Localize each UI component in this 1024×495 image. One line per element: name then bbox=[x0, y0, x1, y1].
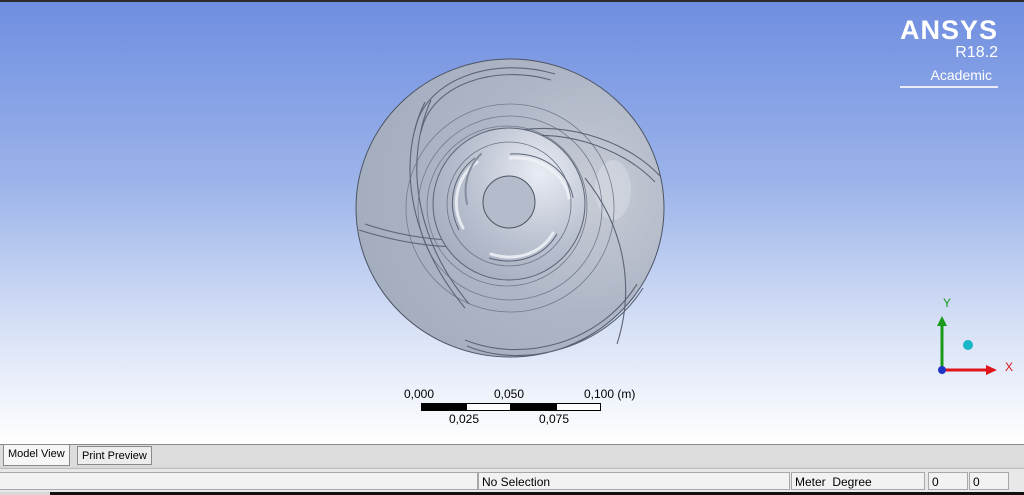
status-units[interactable]: Meter Degree bbox=[791, 472, 925, 490]
x-axis-label: X bbox=[1005, 360, 1014, 374]
x-axis-arrow bbox=[986, 365, 997, 375]
z-axis-dot bbox=[938, 366, 946, 374]
status-message bbox=[0, 472, 478, 490]
scale-segment-1 bbox=[421, 403, 466, 411]
scale-label-075: 0,075 bbox=[539, 412, 570, 426]
logo-version: R18.2 bbox=[955, 44, 998, 61]
impeller-model[interactable] bbox=[355, 58, 667, 360]
status-selection: No Selection bbox=[478, 472, 790, 490]
hub bbox=[482, 175, 536, 229]
isometric-view-ball[interactable] bbox=[963, 340, 973, 350]
scale-segment-2 bbox=[466, 403, 511, 411]
status-field-2: 0 bbox=[969, 472, 1009, 490]
scale-label-050: 0,050 bbox=[494, 387, 525, 401]
view-tab-bar: Model View Print Preview bbox=[0, 444, 1024, 466]
status-bar: No Selection Meter Degree 0 0 bbox=[0, 468, 1024, 492]
status-field-1: 0 bbox=[928, 472, 968, 490]
tab-print-preview[interactable]: Print Preview bbox=[77, 446, 152, 465]
logo-edition: Academic bbox=[899, 66, 998, 88]
y-axis-label: Y bbox=[943, 296, 952, 310]
axis-triad[interactable]: Y X bbox=[925, 294, 1020, 384]
scale-label-100: 0,100 (m) bbox=[584, 387, 636, 401]
scale-label-0: 0,000 bbox=[404, 387, 435, 401]
logo-brand: ANSYS bbox=[899, 15, 998, 45]
scale-label-025: 0,025 bbox=[449, 412, 480, 426]
graphics-viewport[interactable]: ANSYS R18.2 Academic 0,000 0,050 0,100 (… bbox=[0, 0, 1024, 444]
tab-model-view[interactable]: Model View bbox=[3, 445, 70, 466]
scale-ruler: 0,000 0,050 0,100 (m) 0,025 0,075 bbox=[396, 387, 656, 431]
y-axis-arrow bbox=[937, 316, 947, 326]
scale-segment-3 bbox=[511, 403, 556, 411]
scale-segment-4 bbox=[556, 403, 601, 411]
ansys-logo: ANSYS R18.2 Academic bbox=[899, 15, 998, 88]
